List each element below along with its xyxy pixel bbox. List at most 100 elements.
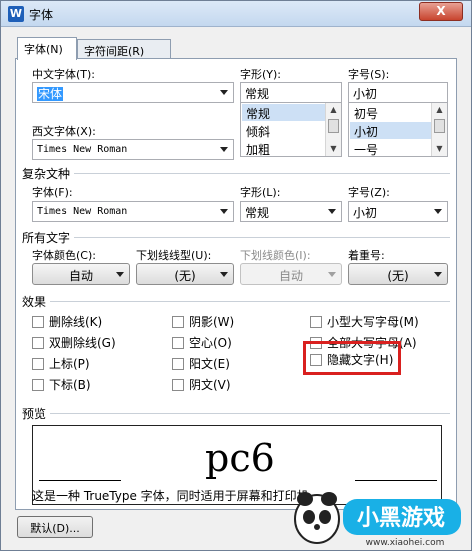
group-divider [74, 173, 450, 174]
group-divider [50, 413, 450, 414]
emphasis-label: 着重号: [348, 249, 385, 262]
list-item[interactable]: 一号 [350, 140, 431, 156]
small-caps-checkbox[interactable]: 小型大写字母(M) [310, 313, 419, 330]
strikethrough-checkbox[interactable]: 删除线(K) [32, 313, 102, 330]
engrave-checkbox[interactable]: 阴文(V) [172, 376, 231, 393]
emphasis-dropdown[interactable]: (无) [348, 263, 448, 285]
scroll-thumb[interactable] [434, 119, 445, 133]
font-tab-panel: 中文字体(T): 宋体 字形(Y): 常规 常规 倾斜 加粗 ▲ ▼ 字号(S)… [15, 58, 457, 510]
size-label: 字号(S): [348, 68, 390, 81]
checkbox-label: 空心(O) [189, 336, 232, 350]
complex-size-label: 字号(Z): [348, 186, 390, 199]
complex-font-select[interactable]: Times New Roman [32, 201, 234, 222]
checkbox-box[interactable] [32, 337, 44, 349]
close-button[interactable]: X [419, 2, 463, 21]
font-color-dropdown[interactable]: 自动 [32, 263, 130, 285]
western-font-label: 西文字体(X): [32, 125, 96, 138]
wps-app-icon: W [8, 6, 24, 22]
group-divider [74, 237, 450, 238]
complex-style-label: 字形(L): [240, 186, 281, 199]
list-item[interactable]: 初号 [350, 104, 431, 121]
checkbox-label: 上标(P) [49, 357, 90, 371]
complex-font-value: Times New Roman [37, 206, 128, 217]
list-item[interactable]: 常规 [242, 104, 325, 121]
double-strikethrough-checkbox[interactable]: 双删除线(G) [32, 334, 116, 351]
list-item[interactable]: 小初 [350, 122, 431, 139]
complex-font-label: 字体(F): [32, 186, 73, 199]
checkbox-label: 小型大写字母(M) [327, 315, 419, 329]
svg-text:小黑游戏: 小黑游戏 [357, 505, 445, 531]
preview-baseline-left [39, 480, 121, 481]
shadow-checkbox[interactable]: 阴影(W) [172, 313, 234, 330]
complex-style-value: 常规 [245, 206, 270, 220]
scroll-down-icon[interactable]: ▼ [432, 142, 447, 156]
xiaohei-watermark-logo: 小黑游戏 www.xiaohei.com [294, 492, 461, 548]
chinese-font-label: 中文字体(T): [32, 68, 96, 81]
checkbox-label: 删除线(K) [49, 315, 103, 329]
underline-color-value: 自动 [278, 269, 303, 283]
emphasis-value: (无) [387, 269, 409, 283]
checkbox-box[interactable] [32, 379, 44, 391]
effects-group-title: 效果 [22, 295, 47, 309]
checkbox-box[interactable] [32, 358, 44, 370]
tab-character-spacing[interactable]: 字符间距(R) [77, 39, 171, 59]
list-item[interactable]: 加粗 [242, 140, 325, 156]
scroll-up-icon[interactable]: ▲ [432, 103, 447, 117]
window-title: 字体 [29, 8, 54, 22]
scroll-thumb[interactable] [328, 119, 339, 133]
style-scrollbar[interactable]: ▲ ▼ [325, 103, 341, 156]
preview-group-title: 预览 [22, 407, 47, 421]
font-dialog: W 字体 X 字体(N) 字符间距(R) 中文字体(T): 宋体 字形(Y): … [0, 0, 472, 551]
emboss-checkbox[interactable]: 阳文(E) [172, 355, 230, 372]
group-divider [50, 301, 450, 302]
complex-style-select[interactable]: 常规 [240, 201, 342, 222]
default-button[interactable]: 默认(D)... [17, 516, 93, 538]
preview-sample-text: pc6 [205, 436, 275, 480]
underline-style-dropdown[interactable]: (无) [136, 263, 234, 285]
underline-color-label: 下划线颜色(I): [240, 249, 311, 262]
tab-font[interactable]: 字体(N) [17, 37, 77, 60]
highlight-box [303, 341, 401, 375]
chevron-down-icon [220, 209, 228, 214]
style-list[interactable]: 常规 倾斜 加粗 ▲ ▼ [240, 102, 342, 157]
chevron-down-icon [220, 147, 228, 152]
chinese-font-value: 宋体 [37, 87, 64, 101]
complex-group-title: 复杂文种 [22, 167, 71, 181]
western-font-select[interactable]: Times New Roman [32, 139, 234, 160]
size-list[interactable]: 初号 小初 一号 ▲ ▼ [348, 102, 448, 157]
underline-style-value: (无) [174, 269, 196, 283]
checkbox-label: 阳文(E) [189, 357, 230, 371]
style-input[interactable]: 常规 [240, 82, 342, 103]
chevron-down-icon [116, 272, 124, 277]
style-label: 字形(Y): [240, 68, 282, 81]
complex-size-select[interactable]: 小初 [348, 201, 448, 222]
scroll-down-icon[interactable]: ▼ [326, 142, 341, 156]
size-scrollbar[interactable]: ▲ ▼ [431, 103, 447, 156]
western-font-value: Times New Roman [37, 144, 128, 155]
checkbox-box[interactable] [172, 316, 184, 328]
svg-text:www.xiaohei.com: www.xiaohei.com [366, 538, 445, 548]
chevron-down-icon [220, 90, 228, 95]
underline-style-label: 下划线线型(U): [136, 249, 212, 262]
size-input[interactable]: 小初 [348, 82, 448, 103]
superscript-checkbox[interactable]: 上标(P) [32, 355, 90, 372]
checkbox-label: 下标(B) [49, 378, 91, 392]
checkbox-box[interactable] [172, 358, 184, 370]
checkbox-box[interactable] [172, 337, 184, 349]
font-color-value: 自动 [68, 269, 93, 283]
chevron-down-icon [328, 209, 336, 214]
list-item[interactable]: 倾斜 [242, 122, 325, 139]
chevron-down-icon [220, 272, 228, 277]
chinese-font-select[interactable]: 宋体 [32, 82, 234, 103]
scroll-up-icon[interactable]: ▲ [326, 103, 341, 117]
checkbox-box[interactable] [172, 379, 184, 391]
title-bar: W 字体 X [1, 1, 471, 27]
all-text-group-title: 所有文字 [22, 231, 71, 245]
checkbox-box[interactable] [310, 316, 322, 328]
complex-size-value: 小初 [353, 206, 378, 220]
outline-checkbox[interactable]: 空心(O) [172, 334, 232, 351]
subscript-checkbox[interactable]: 下标(B) [32, 376, 91, 393]
preview-note: 这是一种 TrueType 字体，同时适用于屏幕和打印机。 [32, 489, 321, 503]
font-color-label: 字体颜色(C): [32, 249, 96, 262]
checkbox-box[interactable] [32, 316, 44, 328]
